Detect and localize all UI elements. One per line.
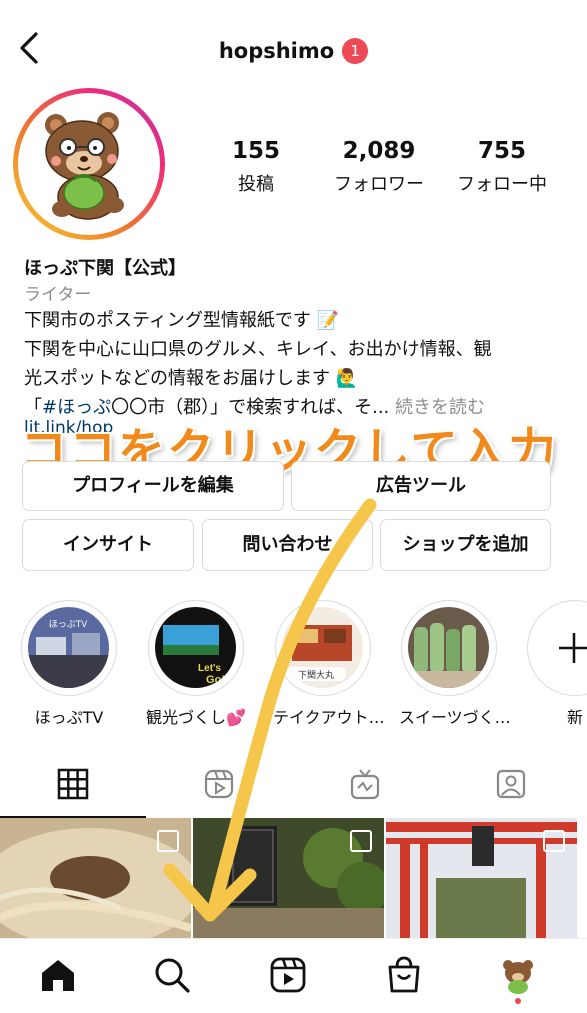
bio-line-2: 下関を中心に山口県のグルメ、キレイ、お出かけ情報、観	[24, 339, 492, 360]
ad-tools-button[interactable]: 広告ツール	[291, 461, 551, 511]
stat-followers[interactable]: 2,089 フォロワー	[314, 138, 444, 196]
bottom-nav-bar	[0, 938, 587, 1013]
post-thumbnail-shrine[interactable]	[386, 818, 577, 938]
profile-username: hopshimo 1	[0, 38, 587, 64]
multiple-posts-icon	[543, 830, 565, 852]
tab-igtv[interactable]	[292, 760, 438, 816]
stat-following[interactable]: 755 フォロー中	[437, 138, 567, 196]
svg-text:ほっぷTV: ほっぷTV	[49, 619, 88, 629]
highlight-label: ほっぷTV	[34, 708, 104, 727]
reels-icon	[204, 769, 234, 799]
contact-button[interactable]: 問い合わせ	[202, 519, 373, 571]
highlight-hopptv[interactable]: ほっぷTV ほっぷTV	[19, 600, 119, 728]
person-raising-hand-icon: 🙋‍♂️	[335, 368, 359, 389]
stat-following-label: フォロー中	[457, 174, 547, 195]
highlight-label: スイーツづく…	[399, 708, 511, 727]
reels-icon[interactable]	[268, 955, 308, 995]
insights-button[interactable]: インサイト	[22, 519, 194, 571]
add-shop-button[interactable]: ショップを追加	[380, 519, 551, 571]
multiple-posts-icon	[350, 830, 372, 852]
post-thumbnail-ramen[interactable]	[0, 818, 191, 938]
tab-posts-grid[interactable]	[0, 760, 146, 818]
stat-following-value: 755	[477, 138, 526, 164]
svg-text:Let's: Let's	[198, 663, 221, 674]
shop-icon[interactable]	[384, 955, 424, 995]
search-icon[interactable]	[152, 955, 192, 995]
bio-line-1: 下関市のポスティング型情報紙です	[24, 310, 311, 331]
svg-text:下関大丸: 下関大丸	[298, 669, 334, 680]
highlight-label: 観光づくし💕	[146, 708, 246, 727]
display-name: ほっぷ下関【公式】	[24, 258, 186, 279]
highlight-hopptv-thumbnail: ほっぷTV	[28, 607, 109, 688]
profile-bio: 下関市のポスティング型情報紙です 📝 下関を中心に山口県のグルメ、キレイ、お出か…	[24, 306, 569, 422]
highlight-sweets[interactable]: スイーツづく…	[399, 600, 511, 728]
highlight-sightseeing[interactable]: Let's Go! 観光づくし💕	[146, 600, 246, 728]
highlight-new[interactable]: 新	[525, 600, 587, 728]
post-thumbnail-cafe[interactable]	[193, 818, 384, 938]
highlight-takeout[interactable]: 下関大丸 テイクアウト…	[273, 600, 385, 728]
profile-avatar-story-ring[interactable]	[13, 88, 165, 240]
profile-avatar[interactable]	[498, 955, 538, 995]
edit-profile-button[interactable]: プロフィールを編集	[22, 461, 284, 511]
highlight-label: 新	[566, 708, 583, 727]
username-text: hopshimo	[218, 39, 335, 63]
tab-tagged[interactable]	[438, 760, 584, 816]
tab-reels[interactable]	[146, 760, 292, 816]
notification-badge[interactable]: 1	[342, 38, 369, 64]
home-icon[interactable]	[38, 955, 78, 995]
bear-mascot-avatar	[26, 101, 152, 227]
multiple-posts-icon	[157, 830, 179, 852]
svg-text:Go!: Go!	[206, 674, 225, 686]
stat-posts[interactable]: 155 投稿	[191, 138, 321, 196]
stat-followers-label: フォロワー	[334, 174, 424, 195]
highlight-sweets-thumbnail	[408, 607, 489, 688]
highlight-sightseeing-thumbnail: Let's Go!	[155, 607, 236, 688]
highlight-label: テイクアウト…	[273, 708, 385, 727]
stat-posts-value: 155	[231, 138, 280, 164]
igtv-icon	[350, 769, 380, 800]
grid-icon	[57, 768, 89, 800]
profile-tab-bar	[0, 760, 587, 818]
stat-followers-value: 2,089	[342, 138, 416, 164]
tagged-icon	[496, 769, 526, 799]
highlight-takeout-thumbnail: 下関大丸	[282, 607, 363, 688]
profile-notification-dot	[515, 998, 521, 1004]
stat-posts-label: 投稿	[238, 174, 274, 195]
profile-category: ライター	[24, 285, 92, 305]
new-highlight-plus-icon	[534, 607, 587, 688]
memo-emoji-icon: 📝	[316, 310, 340, 331]
bio-line-3: 光スポットなどの情報をお届けします	[24, 368, 330, 389]
